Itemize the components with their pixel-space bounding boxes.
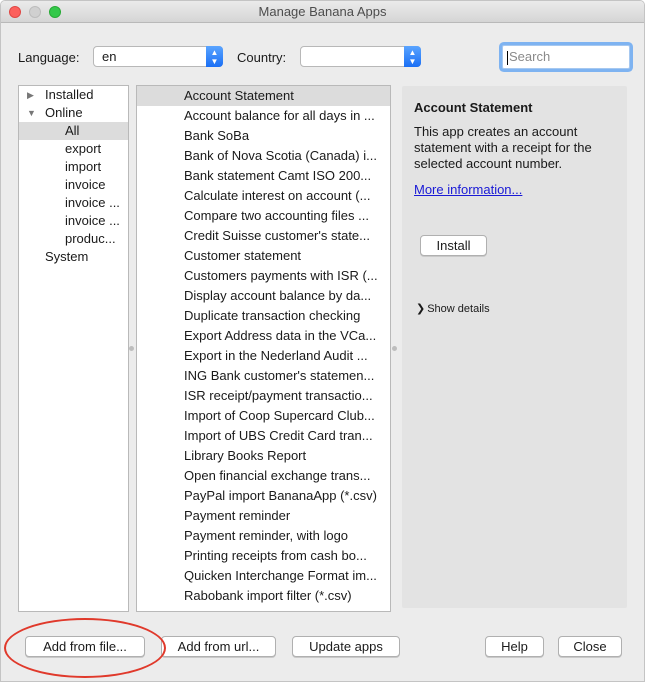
tree-item-label: invoice [65,177,106,192]
tree-item-installed[interactable]: ▶ Installed [19,86,128,104]
app-detail-panel: Account Statement This app creates an ac… [402,86,627,608]
detail-title: Account Statement [414,100,533,115]
tree-item-invoice[interactable]: invoice [19,176,128,194]
disclosure-down-icon: ▼ [27,108,36,118]
show-details-toggle[interactable]: ❯ Show details [416,302,490,315]
list-item[interactable]: Customer statement [137,246,390,266]
list-item[interactable]: Printing receipts from cash bo... [137,546,390,566]
tree-item-invoice-2[interactable]: invoice ... [19,194,128,212]
list-item[interactable]: Bank SoBa [137,126,390,146]
splitter-handle[interactable] [129,346,134,351]
apps-list: Account Statement Account balance for al… [136,85,391,612]
help-button[interactable]: Help [485,636,544,657]
tree-item-label: All [65,123,80,138]
list-item[interactable]: Import of UBS Credit Card tran... [137,426,390,446]
list-item[interactable]: PayPal import BananaApp (*.csv) [137,486,390,506]
list-item[interactable]: ING Bank customer's statemen... [137,366,390,386]
tree-item-label: import [65,159,102,174]
list-item[interactable]: Quicken Interchange Format im... [137,566,390,586]
list-item[interactable]: Open financial exchange trans... [137,466,390,486]
country-select[interactable]: ▲ ▼ [300,46,421,67]
tree-item-all[interactable]: All [19,122,128,140]
list-item[interactable]: Payment reminder [137,506,390,526]
list-item[interactable]: Rabobank import filter (*.csv) [137,586,390,606]
close-button[interactable]: Close [558,636,622,657]
more-information-link[interactable]: More information... [414,182,522,197]
chevron-down-icon: ❯ [416,303,426,315]
disclosure-right-icon: ▶ [27,90,34,100]
chevron-updown-icon: ▲ ▼ [206,46,223,67]
text-cursor [507,50,508,65]
language-value: en [102,49,117,64]
tree-item-label: System [45,249,89,264]
language-label: Language: [18,50,80,65]
list-item[interactable]: Duplicate transaction checking [137,306,390,326]
list-item[interactable]: Calculate interest on account (... [137,186,390,206]
list-item[interactable]: Export Address data in the VCa... [137,326,390,346]
tree-item-label: Installed [45,87,94,102]
detail-description: This app creates an account statement wi… [414,124,592,171]
show-details-label: Show details [427,303,490,315]
tree-item-import[interactable]: import [19,158,128,176]
list-item[interactable]: Compare two accounting files ... [137,206,390,226]
tree-item-label: produc... [65,231,116,246]
tree-item-label: Online [45,105,83,120]
add-from-url-button[interactable]: Add from url... [161,636,276,657]
tree-item-label: invoice ... [65,195,120,210]
list-item[interactable]: Account balance for all days in ... [137,106,390,126]
list-item[interactable]: ISR receipt/payment transactio... [137,386,390,406]
list-item[interactable]: Import of Coop Supercard Club... [137,406,390,426]
annotation-circle [4,618,166,678]
install-button[interactable]: Install [420,235,487,256]
list-item[interactable]: Customers payments with ISR (... [137,266,390,286]
list-item[interactable]: Export in the Nederland Audit ... [137,346,390,366]
window-title: Manage Banana Apps [258,4,387,19]
minimize-window-button[interactable] [29,6,41,18]
list-item[interactable]: Display account balance by da... [137,286,390,306]
tree-item-system[interactable]: System [19,248,128,266]
manage-apps-window: Manage Banana Apps Language: en ▲ ▼ Count… [0,0,645,682]
list-item[interactable]: Bank of Nova Scotia (Canada) i... [137,146,390,166]
maximize-window-button[interactable] [49,6,61,18]
language-select[interactable]: en ▲ ▼ [93,46,223,67]
list-item[interactable]: Payment reminder, with logo [137,526,390,546]
list-item[interactable]: Library Books Report [137,446,390,466]
tree-item-label: export [65,141,102,156]
tree-item-label: invoice ... [65,213,120,228]
update-apps-button[interactable]: Update apps [292,636,400,657]
chevron-updown-icon: ▲ ▼ [404,46,421,67]
category-tree: ▶ Installed ▼ Online All export import i… [18,85,129,612]
tree-item-invoice-3[interactable]: invoice ... [19,212,128,230]
country-label: Country: [237,50,287,65]
title-bar: Manage Banana Apps [1,1,644,23]
list-item[interactable]: Credit Suisse customer's state... [137,226,390,246]
close-window-button[interactable] [9,6,21,18]
tree-item-production[interactable]: produc... [19,230,128,248]
search-placeholder: Search [509,49,551,64]
search-input[interactable]: Search [502,45,630,69]
list-item[interactable]: Account Statement [137,86,390,106]
tree-item-online[interactable]: ▼ Online [19,104,128,122]
splitter-handle[interactable] [392,346,397,351]
list-item[interactable]: Bank statement Camt ISO 200... [137,166,390,186]
tree-item-export[interactable]: export [19,140,128,158]
